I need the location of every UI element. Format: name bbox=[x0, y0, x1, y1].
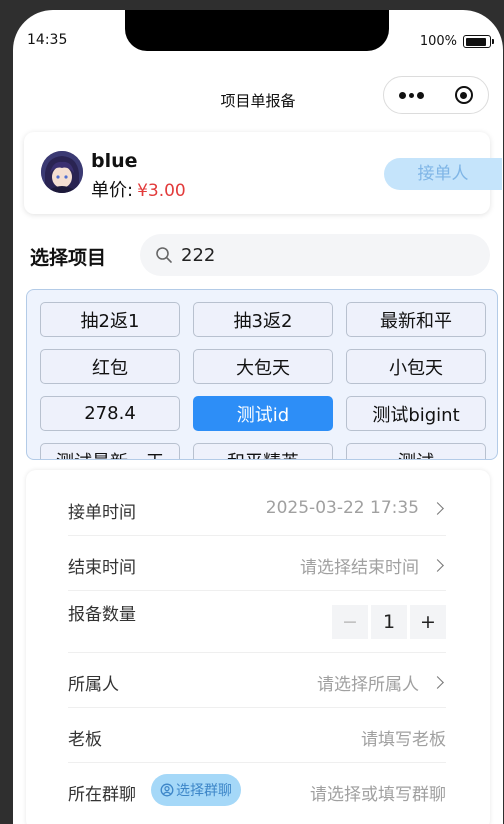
order-time-value[interactable]: 2025-03-22 17:35 bbox=[266, 498, 446, 518]
quantity-plus-button[interactable]: + bbox=[410, 605, 446, 639]
search-input[interactable] bbox=[179, 243, 463, 267]
row-quantity: 报备数量 − 1 + bbox=[68, 590, 446, 653]
section-title-project: 选择项目 bbox=[30, 247, 107, 269]
end-time-placeholder: 请选择结束时间 bbox=[300, 558, 419, 578]
status-battery: 100% bbox=[419, 34, 494, 49]
owner-label: 所属人 bbox=[68, 675, 119, 695]
end-time-picker[interactable]: 请选择结束时间 bbox=[300, 553, 446, 578]
group-label: 所在群聊 bbox=[68, 785, 136, 805]
project-item[interactable]: 红包 bbox=[40, 349, 180, 384]
order-time-text: 2025-03-22 17:35 bbox=[265, 498, 419, 518]
notch bbox=[125, 10, 389, 51]
quantity-label: 报备数量 bbox=[68, 605, 136, 625]
row-boss[interactable]: 老板 请填写老板 bbox=[68, 707, 446, 763]
price-row: 单价: ¥3.00 bbox=[91, 176, 186, 202]
project-items-grid: 抽2返1 抽3返2 最新和平红包大包天小包天 278.4 测试id 测试bigint 测试最… bbox=[40, 302, 486, 459]
battery-percent: 100% bbox=[419, 34, 457, 49]
search-icon bbox=[156, 247, 172, 263]
row-owner[interactable]: 所属人 请选择所属人 bbox=[68, 652, 446, 708]
group-input[interactable]: 请选择或填写群聊 bbox=[310, 780, 446, 805]
owner-picker[interactable]: 请选择所属人 bbox=[317, 670, 446, 695]
report-form: 接单时间 2025-03-22 17:35 结束时间 请选择结束时间 报备数量 … bbox=[26, 470, 490, 824]
project-item[interactable]: 测试bigint bbox=[346, 396, 486, 431]
boss-label: 老板 bbox=[68, 730, 102, 750]
project-item[interactable]: 和平精英 bbox=[193, 443, 333, 459]
quantity-minus-button[interactable]: − bbox=[332, 605, 368, 639]
project-item[interactable]: 小包天 bbox=[346, 349, 486, 384]
owner-placeholder: 请选择所属人 bbox=[317, 675, 419, 695]
more-icon[interactable] bbox=[399, 91, 425, 99]
status-time: 14:35 bbox=[27, 32, 68, 48]
project-search[interactable] bbox=[140, 234, 490, 276]
project-item[interactable]: 测试 bbox=[346, 443, 486, 459]
row-end-time[interactable]: 结束时间 请选择结束时间 bbox=[68, 535, 446, 591]
user-circle-icon bbox=[160, 783, 174, 797]
chevron-right-icon bbox=[431, 676, 444, 689]
chevron-right-icon bbox=[431, 559, 444, 572]
boss-input[interactable]: 请填写老板 bbox=[361, 725, 446, 750]
close-target-icon[interactable] bbox=[454, 86, 473, 104]
select-group-button[interactable]: 选择群聊 bbox=[151, 774, 241, 806]
battery-icon bbox=[463, 35, 494, 48]
price-label: 单价: bbox=[91, 180, 134, 201]
row-group: 所在群聊 选择群聊 请选择或填写群聊 bbox=[68, 762, 446, 817]
project-item[interactable]: 抽3返2 bbox=[193, 302, 333, 337]
select-group-label: 选择群聊 bbox=[176, 783, 232, 799]
quantity-value[interactable]: 1 bbox=[371, 605, 407, 639]
project-items-panel: 抽2返1 抽3返2 最新和平红包大包天小包天 278.4 测试id 测试bigint 测试最… bbox=[26, 289, 498, 460]
avatar bbox=[41, 151, 83, 193]
order-time-label: 接单时间 bbox=[68, 503, 136, 523]
chevron-right-icon bbox=[431, 501, 444, 515]
project-item[interactable]: 278.4 bbox=[40, 396, 180, 431]
project-item[interactable]: 最新和平 bbox=[346, 302, 486, 337]
quantity-stepper: − 1 + bbox=[332, 605, 446, 639]
end-time-label: 结束时间 bbox=[68, 558, 136, 578]
row-order-time[interactable]: 接单时间 2025-03-22 17:35 bbox=[68, 480, 446, 536]
project-item[interactable]: 测试最新一天 bbox=[40, 443, 180, 459]
take-order-button[interactable]: 接单人 bbox=[384, 158, 502, 190]
price-value: ¥3.00 bbox=[137, 181, 186, 201]
project-item[interactable]: 抽2返1 bbox=[40, 302, 180, 337]
project-item[interactable]: 测试id bbox=[193, 396, 333, 431]
mini-program-capsule bbox=[383, 76, 489, 114]
user-card: blue 单价: ¥3.00 接单人 bbox=[24, 132, 502, 214]
phone-screen: 14:35 100% 项目单报备 blue 单价: ¥3.00 接单人 选择项目… bbox=[13, 10, 503, 824]
user-name: blue bbox=[91, 150, 138, 172]
project-item[interactable]: 大包天 bbox=[193, 349, 333, 384]
